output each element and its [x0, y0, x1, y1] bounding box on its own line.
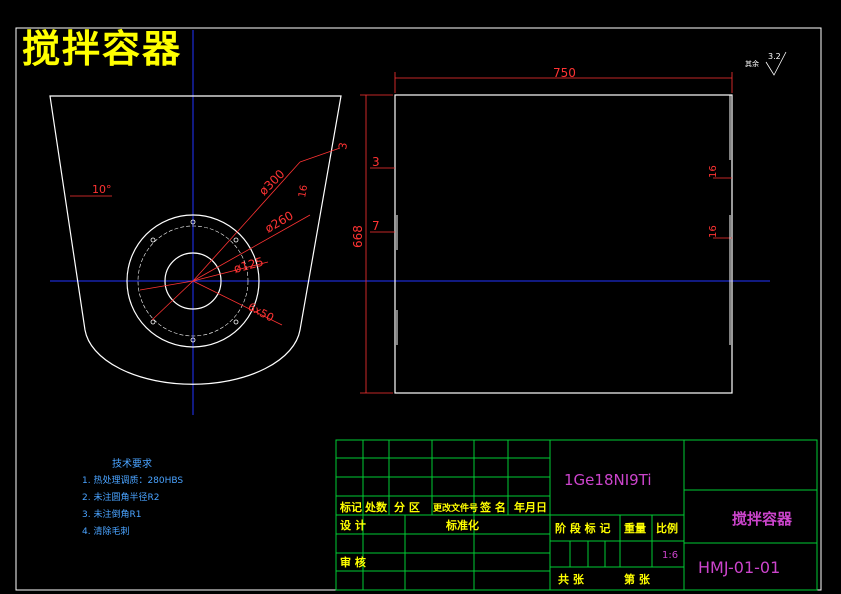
tb-row-label: 签 名: [479, 500, 506, 514]
tech-note-item: 1. 热处理调质：280HBS: [82, 476, 184, 486]
dim-r16c: 16: [708, 225, 719, 238]
dim-height: 668: [351, 225, 365, 248]
tb-stage: 阶 段 标 记: [555, 521, 611, 535]
drawing-title: 搅拌容器: [22, 27, 183, 71]
tb-drawing-no: HMJ-01-01: [698, 558, 780, 577]
roughness-prefix: 其余: [745, 59, 759, 68]
tb-sheet: 第 张: [624, 572, 651, 586]
bolt-hole: [233, 319, 239, 325]
tb-std: 标准化: [445, 518, 479, 532]
dim-width: 750: [553, 66, 576, 80]
dim-r3: 3: [372, 155, 380, 169]
tb-material: 1Ge18NI9Ti: [564, 471, 652, 489]
dim-angle: 10°: [92, 183, 112, 196]
tb-scale-label: 比例: [656, 521, 678, 535]
dim-d125: ø125: [232, 255, 265, 276]
tech-note-item: 4. 清除毛刺: [82, 527, 130, 537]
bolt-hole: [233, 237, 239, 243]
roughness-value: 3.2: [768, 52, 781, 61]
tb-weight: 重量: [624, 521, 646, 535]
technical-requirements: 技术要求 1. 热处理调质：280HBS 2. 未注圆角半径R2 3. 未注倒角…: [82, 456, 183, 541]
vessel-side-profile: [49, 95, 342, 385]
tb-row-label: 处数: [364, 500, 388, 514]
vessel-front-view: [394, 94, 733, 394]
tb-row-label: 标记: [339, 500, 362, 514]
radial-dimensions: [139, 147, 341, 326]
tb-design: 设 计: [340, 518, 366, 532]
dim-gap: 6x50: [246, 300, 276, 324]
dim-d260: ø260: [263, 208, 296, 235]
tech-note-item: 2. 未注圆角半径R2: [82, 493, 160, 503]
tb-row-label: 更改文件号: [433, 502, 478, 514]
tech-notes-heading: 技术要求: [112, 459, 152, 470]
tb-review: 审 核: [340, 555, 366, 569]
tech-note-item: 3. 未注倒角R1: [82, 510, 142, 520]
weld-marks: [396, 95, 731, 345]
dim-r16a: 16: [297, 184, 310, 198]
height-dimension: [360, 94, 732, 394]
dim-r3c: 3: [336, 141, 350, 150]
tb-sheets: 共 张: [558, 572, 585, 586]
dim-r16b: 16: [708, 165, 719, 178]
bolt-hole: [150, 319, 156, 325]
tb-row-label: 年月日: [514, 500, 547, 514]
bolt-hole: [150, 237, 156, 243]
dim-r7: 7: [372, 219, 380, 233]
tb-row-label: 分 区: [394, 500, 420, 514]
tb-scale: 1:6: [662, 550, 678, 561]
tb-part-name: 搅拌容器: [732, 510, 793, 528]
